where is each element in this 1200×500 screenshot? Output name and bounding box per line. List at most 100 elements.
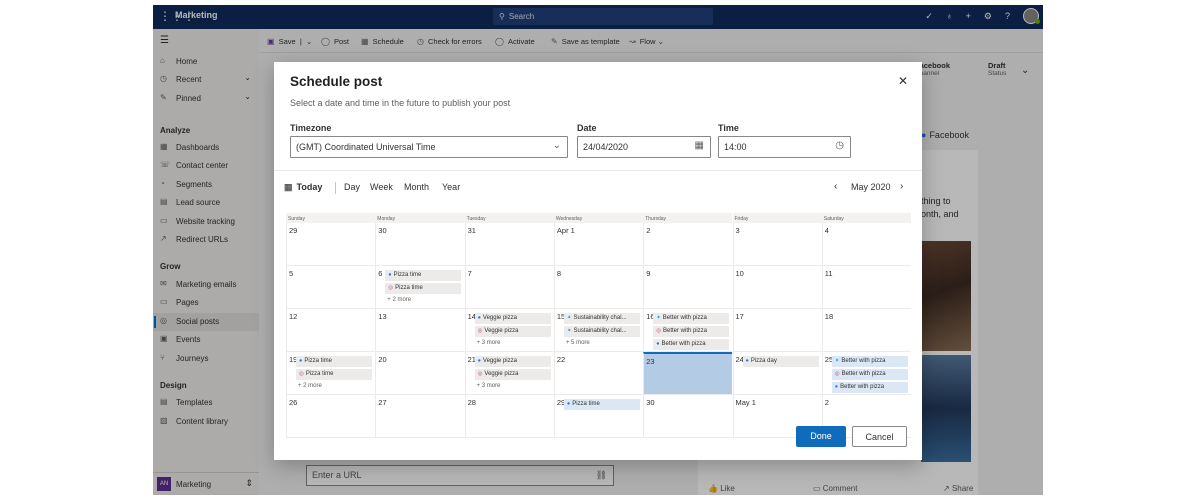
more-events-link[interactable]: + 3 more <box>477 383 501 389</box>
more-events-link[interactable]: + 2 more <box>387 297 411 303</box>
calendar-day-cell[interactable]: 22 <box>553 352 644 395</box>
cancel-button[interactable]: Cancel <box>852 426 907 447</box>
calendar-event[interactable]: ◎ Veggie pizza <box>474 369 551 380</box>
calendar-day-cell[interactable]: 9 <box>643 266 733 309</box>
calendar-day-cell[interactable]: 13 <box>375 309 465 352</box>
instagram-icon: ◎ <box>477 328 483 334</box>
calendar-day-cell[interactable]: 8 <box>553 266 644 309</box>
day-number: 12 <box>289 312 298 321</box>
calendar-day-cell[interactable]: 31 <box>464 223 554 266</box>
calendar-day-cell[interactable]: 30 <box>643 395 733 438</box>
calendar-day-cell[interactable]: 6 ● Pizza time ◎ Pizza time + 2 more <box>375 266 465 309</box>
timezone-label: Timezone <box>290 123 332 133</box>
more-events-link[interactable]: + 2 more <box>298 383 322 389</box>
event-title: Pizza time <box>305 371 334 377</box>
calendar-day-cell[interactable]: 29 <box>286 223 376 266</box>
more-events-link[interactable]: + 3 more <box>477 340 501 346</box>
event-title: Pizza time <box>395 285 423 291</box>
view-day-button[interactable]: Day <box>344 182 360 192</box>
calendar-event[interactable]: ◎ Pizza time <box>296 369 372 380</box>
day-number: 28 <box>467 398 476 407</box>
today-button[interactable]: ▦ Today <box>284 182 322 193</box>
calendar-event[interactable]: ● Veggie pizza <box>474 356 551 367</box>
calendar-event[interactable]: ● Pizza time <box>296 356 372 367</box>
more-events-link[interactable]: + 5 more <box>566 340 590 346</box>
weekday-header: Sunday <box>286 213 376 223</box>
chevron-left-icon[interactable]: ‹ <box>834 181 837 192</box>
day-number: 30 <box>378 226 387 235</box>
calendar-event[interactable]: ● Better with pizza <box>653 339 730 350</box>
calendar-event[interactable]: ◎ Better with pizza <box>831 369 908 380</box>
view-week-button[interactable]: Week <box>370 182 393 192</box>
calendar-day-cell[interactable]: 5 <box>286 266 376 309</box>
event-title: Pizza day <box>750 358 777 364</box>
calendar-event[interactable]: ● Pizza time <box>563 399 640 410</box>
event-title: Veggie pizza <box>482 358 517 364</box>
dialog-subtitle: Select a date and time in the future to … <box>290 98 511 108</box>
day-number: 9 <box>646 269 651 278</box>
calendar-day-cell[interactable]: 4 <box>821 223 912 266</box>
calendar-day-cell[interactable]: 11 <box>821 266 912 309</box>
day-number: 29 <box>289 226 298 235</box>
calendar-day-cell[interactable]: 3 <box>732 223 822 266</box>
calendar-day-cell[interactable]: 16 ✦ Better with pizza ◎ Better with pizza ● B… <box>643 309 733 352</box>
calendar-day-cell[interactable]: 20 <box>375 352 465 395</box>
chevron-right-icon[interactable]: › <box>900 181 903 192</box>
calendar-event[interactable]: ✦ Better with pizza <box>653 313 730 324</box>
calendar-event[interactable]: ● Veggie pizza <box>474 313 551 324</box>
clock-icon[interactable]: ◷ <box>835 140 844 151</box>
calendar-event[interactable]: ◎ Pizza time <box>385 283 462 294</box>
calendar-day-cell[interactable]: Apr 1 <box>553 223 644 266</box>
facebook-icon: ● <box>745 358 749 364</box>
view-year-button[interactable]: Year <box>442 182 460 192</box>
day-number: 7 <box>467 269 472 278</box>
view-month-button[interactable]: Month <box>404 182 429 192</box>
calendar-day-cell[interactable]: 26 <box>286 395 376 438</box>
calendar-event[interactable]: ✦ Sustainability chal... <box>563 326 640 337</box>
calendar-icon[interactable]: ▦ <box>695 140 704 151</box>
calendar-day-cell[interactable]: 17 <box>732 309 822 352</box>
calendar-event[interactable]: ● Pizza day <box>742 356 819 367</box>
facebook-icon: ● <box>566 401 571 407</box>
calendar-day-cell[interactable]: 2 <box>643 223 733 266</box>
facebook-icon: ● <box>656 341 660 347</box>
event-title: Veggie pizza <box>484 328 519 334</box>
calendar-event[interactable]: ● Better with pizza <box>831 382 908 393</box>
calendar-event[interactable]: ✦ Sustainability chal... <box>563 313 640 324</box>
calendar-day-cell[interactable]: 25 ✦ Better with pizza ◎ Better with pizza ● B… <box>821 352 912 395</box>
calendar-event[interactable]: ✦ Better with pizza <box>831 356 908 367</box>
calendar-day-cell[interactable]: 21 ● Veggie pizza ◎ Veggie pizza + 3 more <box>464 352 554 395</box>
event-title: Veggie pizza <box>482 315 517 321</box>
calendar-event[interactable]: ◎ Veggie pizza <box>474 326 551 337</box>
weekday-header: Monday <box>375 213 465 223</box>
calendar-today-icon: ▦ <box>284 182 293 192</box>
calendar-day-cell[interactable]: 10 <box>732 266 822 309</box>
event-title: Better with pizza <box>662 315 707 321</box>
time-input[interactable]: 14:00 ◷ <box>718 136 851 158</box>
weekday-header: Friday <box>732 213 822 223</box>
timezone-select[interactable]: (GMT) Coordinated Universal Time ⌄ <box>290 136 568 158</box>
calendar-event[interactable]: ● Pizza time <box>385 270 462 281</box>
calendar-day-cell[interactable]: 27 <box>375 395 465 438</box>
calendar-day-cell[interactable]: 24 ● Pizza day <box>732 352 822 395</box>
calendar-day-cell[interactable]: 29 ● Pizza time <box>553 395 644 438</box>
date-input[interactable]: 24/04/2020 ▦ <box>577 136 711 158</box>
close-icon[interactable]: ✕ <box>898 74 908 88</box>
instagram-icon: ◎ <box>477 371 483 377</box>
event-title: Better with pizza <box>841 371 886 377</box>
done-button[interactable]: Done <box>796 426 846 447</box>
calendar-day-cell[interactable]: 12 <box>286 309 376 352</box>
calendar-day-cell[interactable]: 30 <box>375 223 465 266</box>
day-number: 26 <box>289 398 298 407</box>
calendar-day-cell[interactable]: 19 ● Pizza time ◎ Pizza time + 2 more <box>286 352 376 395</box>
calendar-day-cell[interactable]: 28 <box>464 395 554 438</box>
calendar-event[interactable]: ◎ Better with pizza <box>653 326 730 337</box>
calendar-day-cell[interactable]: 15 ✦ Sustainability chal... ✦ Sustainability… <box>553 309 644 352</box>
twitter-icon: ✦ <box>834 358 840 364</box>
calendar-day-cell[interactable]: 7 <box>464 266 554 309</box>
day-number: 31 <box>467 226 476 235</box>
day-number: 17 <box>735 312 744 321</box>
calendar-day-cell[interactable]: 14 ● Veggie pizza ◎ Veggie pizza + 3 more <box>464 309 554 352</box>
calendar-day-cell[interactable]: 18 <box>821 309 912 352</box>
calendar-day-cell[interactable]: 23 <box>643 352 733 395</box>
